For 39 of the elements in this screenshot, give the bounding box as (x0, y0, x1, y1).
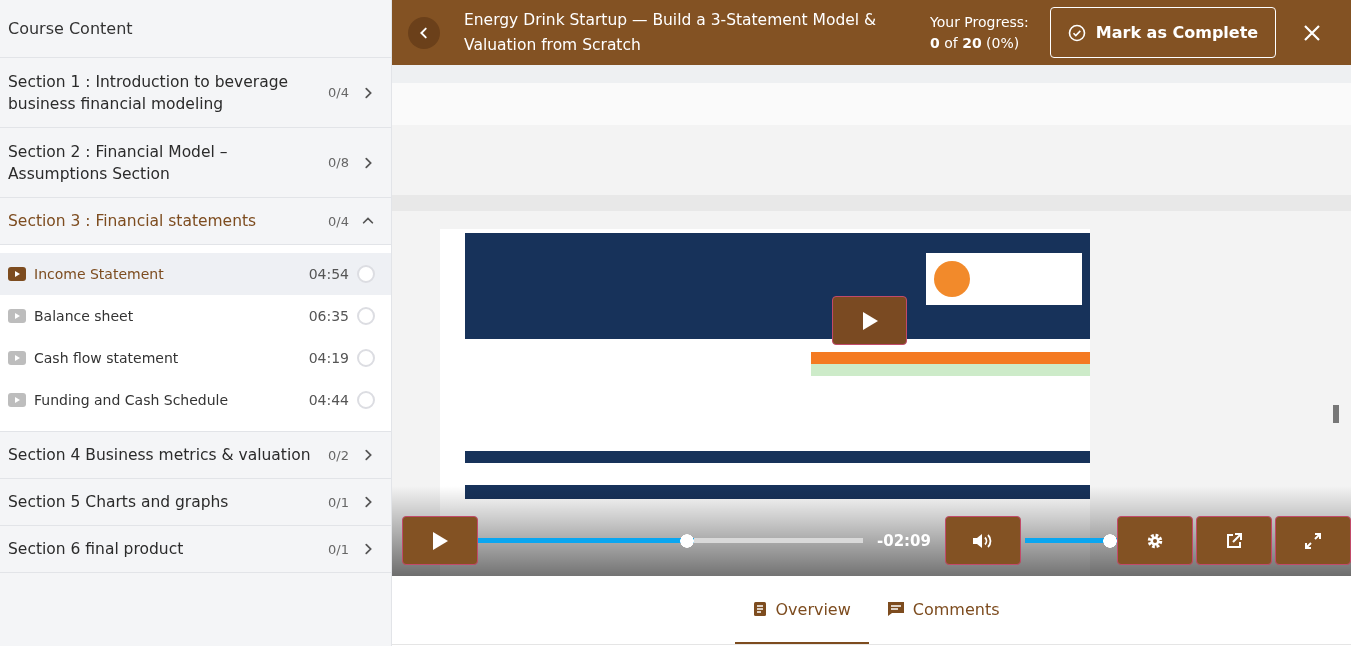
speaker-icon (972, 531, 994, 550)
progress-count: 0 of 20 (0%) (930, 33, 1021, 53)
course-title: Energy Drink Startup — Build a 3-Statement Model & Valuation from Scratch (464, 9, 878, 56)
lesson-duration: 04:54 (308, 266, 349, 282)
lesson-item[interactable]: Cash flow statement 04:19 (0, 337, 391, 379)
check-circle-icon (1067, 23, 1086, 42)
back-button[interactable] (408, 16, 440, 49)
comment-icon (886, 601, 905, 617)
play-button[interactable] (402, 516, 478, 565)
expand-icon (1304, 531, 1322, 550)
play-button[interactable] (832, 296, 907, 345)
tab[interactable]: Overview (735, 576, 869, 644)
completion-checkbox[interactable] (357, 307, 375, 325)
play-icon (860, 310, 879, 331)
lesson-duration: 04:19 (308, 350, 349, 366)
tab[interactable]: Comments (868, 576, 1018, 644)
time-remaining: -02:09 (877, 531, 931, 550)
completion-checkbox[interactable] (357, 349, 375, 367)
lesson-item[interactable]: Balance sheet 06:35 (0, 295, 391, 337)
video-icon (8, 309, 26, 323)
progress-label: Your Progress: (930, 12, 1030, 32)
close-icon[interactable] (1302, 22, 1322, 43)
lesson-item[interactable]: Income Statement 04:54 (0, 253, 391, 295)
completion-checkbox[interactable] (357, 265, 375, 283)
mark-complete-button[interactable]: Mark as Complete (1050, 7, 1276, 58)
lesson-duration: 04:44 (308, 392, 349, 408)
external-link-icon (1225, 531, 1243, 550)
completion-checkbox[interactable] (357, 391, 375, 409)
lesson-duration: 06:35 (308, 308, 349, 324)
settings-icon (1146, 531, 1164, 550)
video-icon (8, 351, 26, 365)
play-icon (431, 530, 449, 551)
volume-button[interactable] (945, 516, 1021, 565)
video-icon (8, 393, 26, 407)
video-icon (8, 267, 26, 281)
popout-button[interactable] (1196, 516, 1272, 565)
lesson-item[interactable]: Funding and Cash Schedule 04:44 (0, 379, 391, 421)
document-icon (753, 601, 768, 617)
settings-button[interactable] (1117, 516, 1193, 565)
